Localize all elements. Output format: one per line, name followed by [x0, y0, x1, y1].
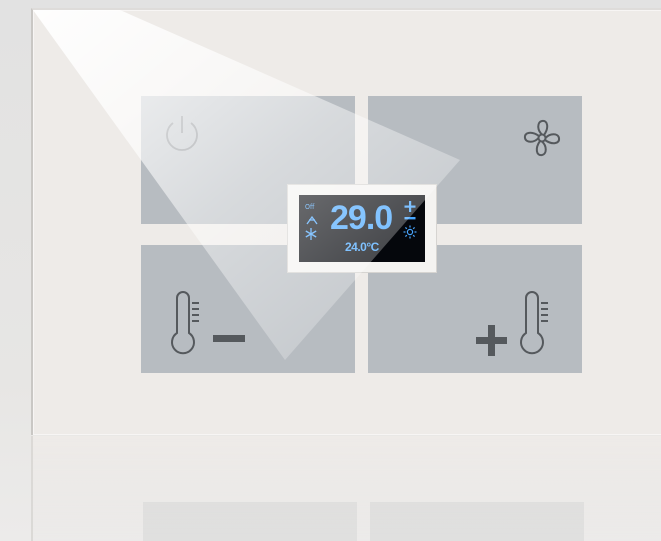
minus-icon [213, 335, 245, 342]
minus-indicator-icon [404, 217, 416, 220]
panel-reflection [31, 436, 661, 541]
power-icon [166, 116, 198, 151]
lcd-display: Off 29.0 24.0°C [299, 195, 425, 262]
display-bezel: Off 29.0 24.0°C [288, 185, 436, 272]
mode-label: Off [305, 203, 315, 211]
plus-indicator-icon [404, 201, 416, 212]
sun-icon [403, 225, 417, 239]
fan-icon [523, 119, 561, 157]
fan-speed-icon [306, 215, 318, 225]
thermometer-icon [171, 291, 199, 355]
thermostat-scene: Off 29.0 24.0°C [0, 0, 661, 541]
thermometer-icon [520, 291, 548, 355]
current-temperature: 29.0 [330, 199, 393, 237]
snowflake-icon [305, 228, 317, 240]
plus-icon [476, 325, 507, 356]
set-point-temperature: 24.0°C [345, 240, 379, 254]
